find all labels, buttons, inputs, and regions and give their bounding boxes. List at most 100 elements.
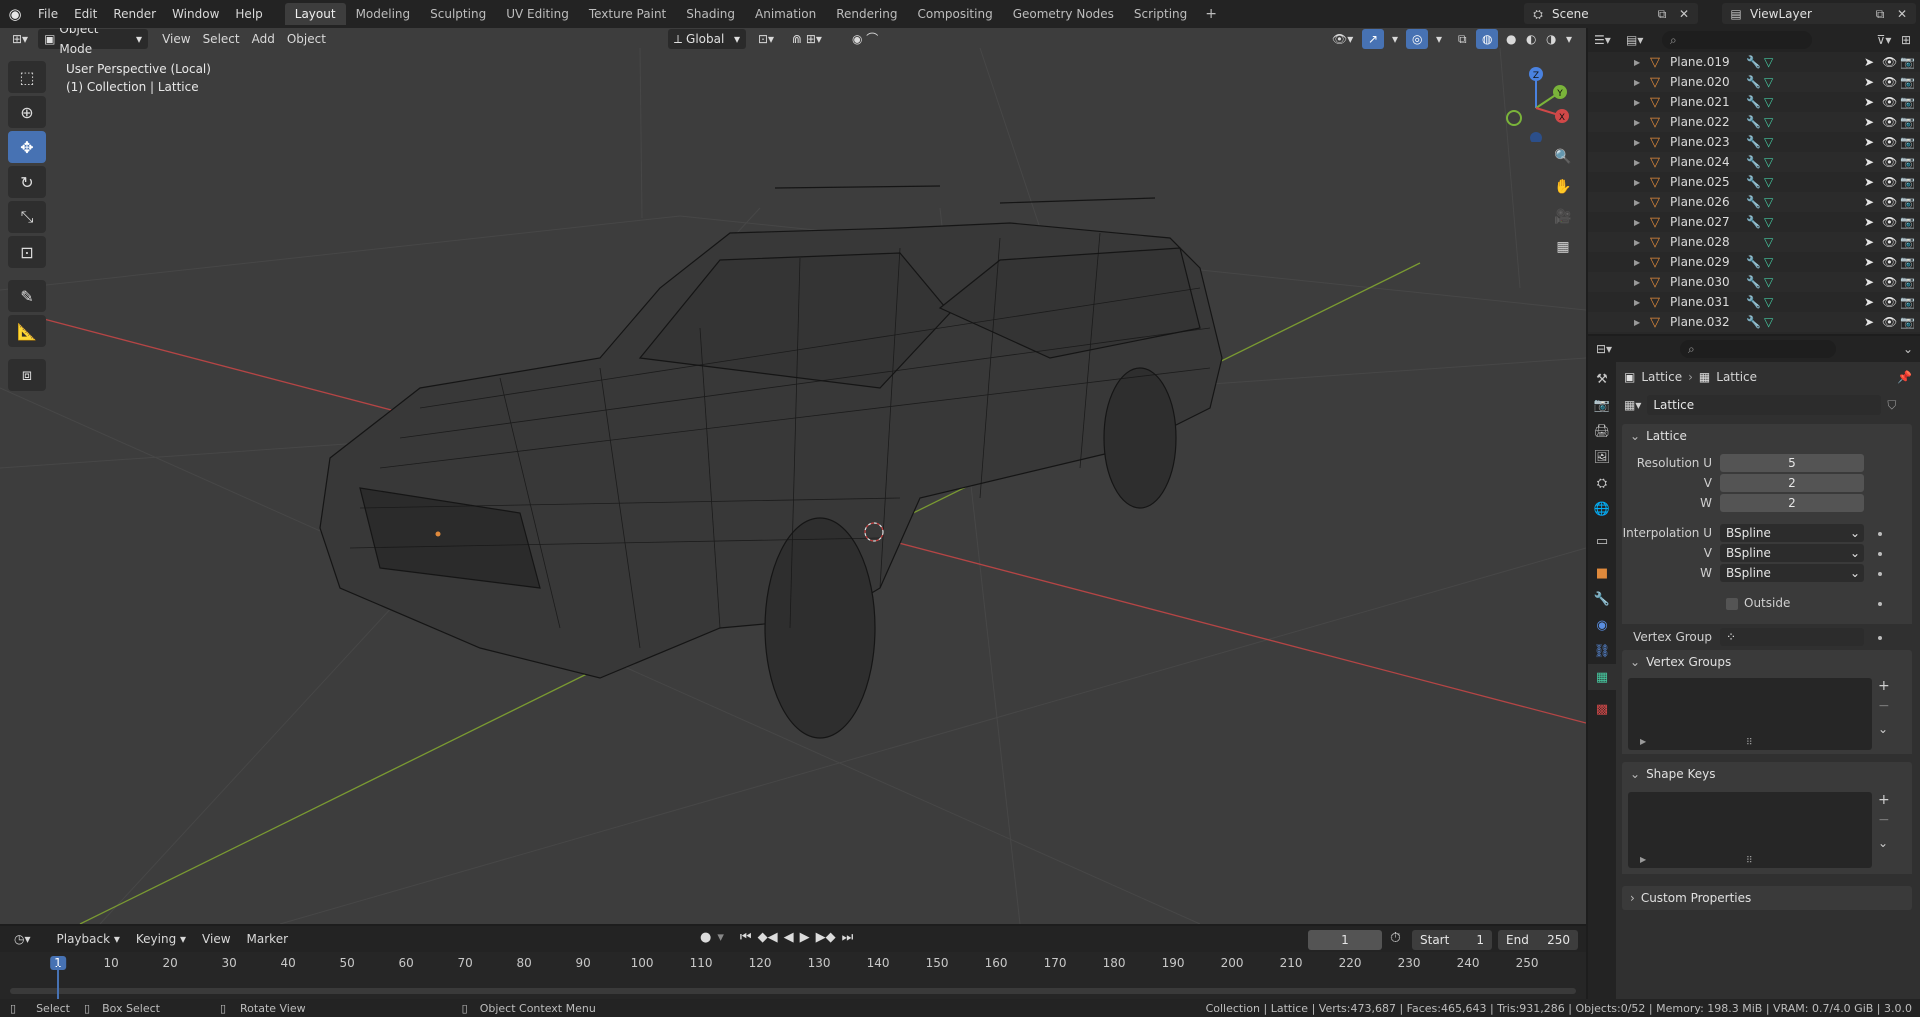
outliner-item-name[interactable]: Plane.028 <box>1670 235 1746 249</box>
scene-selector[interactable]: ⛭ Scene ⧉ ✕ <box>1524 3 1698 24</box>
frame-ruler[interactable]: 1 10 20 30 40 50 60 70 80 90 100 110 120 130 140 150 160… <box>0 952 1586 974</box>
rotate-tool-icon[interactable]: ↻ <box>8 166 46 198</box>
interpolation-u-dropdown[interactable]: BSpline ⌄ <box>1720 524 1864 542</box>
resolution-w-field[interactable]: 2 <box>1720 494 1864 512</box>
mode-selector[interactable]: ▣ Object Mode ▾ <box>38 28 149 56</box>
pin-icon[interactable]: 📌 <box>1897 370 1912 384</box>
eye-icon[interactable]: 👁 <box>1882 195 1897 209</box>
mesh-data-icon[interactable]: ▽ <box>1764 175 1782 189</box>
expand-arrow-icon[interactable]: ▶ <box>1634 198 1646 207</box>
tab-rendering[interactable]: Rendering <box>826 3 907 25</box>
select-box-icon[interactable]: ⬚ <box>8 61 46 93</box>
eye-icon[interactable]: 👁 <box>1882 215 1897 229</box>
shape-keys-panel-header[interactable]: ⌄ Shape Keys <box>1622 762 1912 786</box>
editor-type-icon[interactable]: ⊞▾ <box>6 29 34 49</box>
render-camera-icon[interactable]: 📷 <box>1900 155 1915 169</box>
tab-scripting[interactable]: Scripting <box>1124 3 1197 25</box>
add-workspace-icon[interactable]: + <box>1197 6 1225 22</box>
proportional-edit-icon[interactable]: ◉ ⌒ <box>846 29 884 49</box>
overlays-icon[interactable]: ◎ <box>1406 29 1429 49</box>
vertex-group-menu-icon[interactable]: ⌄ <box>1878 722 1888 736</box>
expand-arrow-icon[interactable]: ▶ <box>1634 138 1646 147</box>
remove-shape-key-icon[interactable]: − <box>1878 812 1890 828</box>
modifier-wrench-icon[interactable]: 🔧 <box>1746 155 1764 169</box>
expand-arrow-icon[interactable]: ▶ <box>1634 118 1646 127</box>
modifier-wrench-icon[interactable]: 🔧 <box>1746 275 1764 289</box>
eye-icon[interactable]: 👁 <box>1882 175 1897 189</box>
chevron-down-icon[interactable]: ⌄ <box>1900 341 1916 357</box>
tab-sculpting[interactable]: Sculpting <box>420 3 496 25</box>
modifier-wrench-icon[interactable]: 🔧 <box>1746 95 1764 109</box>
list-resize-handle[interactable]: ⠿ <box>1746 856 1753 866</box>
jump-end-icon[interactable]: ⏭ <box>842 930 854 945</box>
selectable-arrow-icon[interactable]: ➤ <box>1864 135 1874 149</box>
eye-icon[interactable]: 👁 <box>1882 115 1897 129</box>
outliner[interactable]: ☰▾ ▤▾ ⌕ ⊽▾ ⊞ ▶ ▽ Plane.019 🔧 ▽ ➤ 👁 📷 ▶ ▽ Plane.020… <box>1588 28 1920 334</box>
modifier-wrench-icon[interactable]: 🔧 <box>1746 55 1764 69</box>
outliner-item-name[interactable]: Plane.025 <box>1670 175 1746 189</box>
mesh-data-icon[interactable]: ▽ <box>1764 195 1782 209</box>
close-icon[interactable]: ✕ <box>1894 6 1910 22</box>
start-frame-field[interactable]: Start 1 <box>1412 930 1492 950</box>
outliner-item[interactable]: ▶ ▽ Plane.028 ▽ ➤ 👁 📷 <box>1588 232 1920 252</box>
selectable-arrow-icon[interactable]: ➤ <box>1864 255 1874 269</box>
texture-tab-icon[interactable]: ▩ <box>1588 696 1616 722</box>
remove-vertex-group-icon[interactable]: − <box>1878 698 1890 714</box>
keyframe-dot[interactable] <box>1878 552 1882 556</box>
outliner-item[interactable]: ▶ ▽ Plane.032 🔧 ▽ ➤ 👁 📷 <box>1588 312 1920 332</box>
render-camera-icon[interactable]: 📷 <box>1900 215 1915 229</box>
selectable-arrow-icon[interactable]: ➤ <box>1864 55 1874 69</box>
playhead[interactable] <box>57 966 59 999</box>
expand-arrow-icon[interactable]: ▶ <box>1634 218 1646 227</box>
mesh-data-icon[interactable]: ▽ <box>1764 215 1782 229</box>
keyframe-dot[interactable] <box>1878 636 1882 640</box>
transform-orientation[interactable]: ⟂ Global ▾ <box>668 29 746 49</box>
mesh-data-icon[interactable]: ▽ <box>1764 55 1782 69</box>
eye-icon[interactable]: 👁 <box>1882 235 1897 249</box>
outliner-item[interactable]: ▶ ▽ Plane.025 🔧 ▽ ➤ 👁 📷 <box>1588 172 1920 192</box>
stopwatch-icon[interactable]: ⏱ <box>1390 930 1401 946</box>
eye-icon[interactable]: 👁 <box>1882 95 1897 109</box>
viewport-menu-add[interactable]: Add <box>246 29 281 49</box>
render-camera-icon[interactable]: 📷 <box>1900 295 1915 309</box>
add-cube-tool-icon[interactable]: ⧈ <box>8 359 46 391</box>
selectable-arrow-icon[interactable]: ➤ <box>1864 315 1874 329</box>
outliner-editor-icon[interactable]: ☰▾ <box>1594 32 1611 48</box>
viewport-menu-view[interactable]: View <box>156 29 196 49</box>
outliner-search-input[interactable]: ⌕ <box>1662 31 1812 49</box>
visibility-icon[interactable]: 👁▾ <box>1326 29 1359 49</box>
pan-hand-icon[interactable]: ✋ <box>1550 174 1576 200</box>
tab-geometry-nodes[interactable]: Geometry Nodes <box>1003 3 1124 25</box>
timeline-menu-playback[interactable]: Playback ▾ <box>49 928 128 950</box>
collection-tab-icon[interactable]: ▭ <box>1588 528 1616 554</box>
end-frame-field[interactable]: End 250 <box>1498 930 1578 950</box>
render-camera-icon[interactable]: 📷 <box>1900 175 1915 189</box>
xray-icon[interactable]: ⧉ <box>1452 29 1473 49</box>
record-icon[interactable]: ● <box>700 930 711 945</box>
viewport-menu-object[interactable]: Object <box>281 29 332 49</box>
datablock-name-field[interactable]: Lattice <box>1647 395 1882 415</box>
zoom-icon[interactable]: 🔍 <box>1550 144 1576 170</box>
render-camera-icon[interactable]: 📷 <box>1900 135 1915 149</box>
world-tab-icon[interactable]: 🌐 <box>1588 496 1616 522</box>
constraints-tab-icon[interactable]: ⛓ <box>1588 638 1616 664</box>
menu-help[interactable]: Help <box>227 3 270 25</box>
modifier-wrench-icon[interactable]: 🔧 <box>1746 295 1764 309</box>
outliner-item[interactable]: ▶ ▽ Plane.027 🔧 ▽ ➤ 👁 📷 <box>1588 212 1920 232</box>
gizmo-toggle-icon[interactable]: ↗ <box>1362 29 1385 49</box>
eye-icon[interactable]: 👁 <box>1882 315 1897 329</box>
eye-icon[interactable]: 👁 <box>1882 255 1897 269</box>
outliner-item[interactable]: ▶ ▽ Plane.021 🔧 ▽ ➤ 👁 📷 <box>1588 92 1920 112</box>
annotate-tool-icon[interactable]: ✎ <box>8 280 46 312</box>
selectable-arrow-icon[interactable]: ➤ <box>1864 295 1874 309</box>
modifier-wrench-icon[interactable]: 🔧 <box>1746 215 1764 229</box>
overlays-dropdown-icon[interactable]: ▾ <box>1430 29 1448 49</box>
outliner-item[interactable]: ▶ ▽ Plane.030 🔧 ▽ ➤ 👁 📷 <box>1588 272 1920 292</box>
mesh-data-icon[interactable]: ▽ <box>1764 235 1782 249</box>
output-tab-icon[interactable]: 🖨 <box>1588 418 1616 444</box>
expand-arrow-icon[interactable]: ▶ <box>1634 178 1646 187</box>
shape-keys-list[interactable]: ▶ ⠿ <box>1628 792 1872 868</box>
mesh-data-icon[interactable]: ▽ <box>1764 115 1782 129</box>
tab-animation[interactable]: Animation <box>745 3 826 25</box>
copy-icon[interactable]: ⧉ <box>1654 6 1670 22</box>
